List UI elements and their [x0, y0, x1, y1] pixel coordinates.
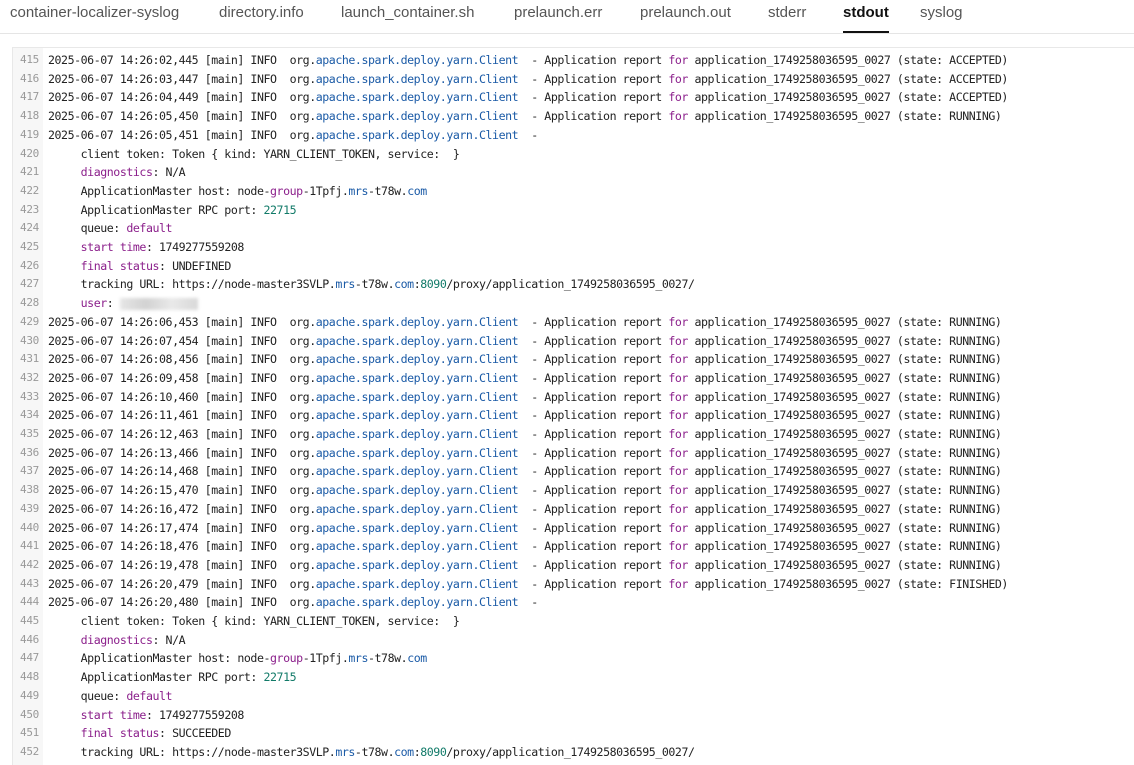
line-number: 436: [20, 445, 39, 459]
log-text: ApplicationMaster RPC port: 22715: [48, 202, 297, 217]
log-text: user:: [48, 294, 198, 313]
line-number: 445: [20, 614, 39, 627]
line-number: 448: [20, 670, 39, 684]
log-text: final status: UNDEFINED: [80, 258, 232, 273]
log-text: 2025-06-07 14:26:12,463 [main] INFO org.…: [48, 427, 1002, 441]
log-text: start time: 1749277559208: [80, 240, 245, 254]
log-text: ApplicationMaster host: node-group-1Tpfj…: [48, 183, 428, 198]
log-text: 2025-06-07 14:26:13,466 [main] INFO org.…: [48, 445, 1002, 460]
line-number: 425: [20, 240, 39, 253]
log-text: ApplicationMaster RPC port: 22715: [48, 670, 297, 685]
line-number: 446: [20, 632, 39, 646]
log-text: 2025-06-07 14:26:10,460 [main] INFO org.…: [48, 389, 1002, 404]
log-text: queue: default: [48, 688, 173, 703]
line-number: 447: [20, 651, 39, 665]
log-text: 2025-06-07 14:26:05,451 [main] INFO org.…: [48, 127, 538, 142]
log-text: 2025-06-07 14:26:03,447 [main] INFO org.…: [48, 71, 1008, 86]
line-number: 434: [20, 408, 39, 422]
tab-prelaunch-out[interactable]: prelaunch.out: [640, 4, 731, 21]
line-number: 416: [20, 71, 39, 85]
line-number: 430: [20, 333, 39, 347]
line-number: 421: [20, 165, 39, 179]
line-number: 424: [20, 221, 39, 235]
log-text: tracking URL: https://node-master3SVLP.m…: [48, 277, 695, 292]
line-number: 452: [20, 744, 39, 758]
line-number: 423: [20, 202, 39, 216]
tab-container-localizer-syslog[interactable]: container-localizer-syslog: [10, 4, 179, 21]
line-number: 451: [20, 726, 39, 740]
tab-directory-info[interactable]: directory.info: [219, 4, 304, 21]
line-number: 435: [20, 427, 39, 440]
log-text: diagnostics: N/A: [80, 165, 186, 180]
log-text: 2025-06-07 14:26:18,476 [main] INFO org.…: [48, 539, 1002, 554]
line-number: 420: [20, 146, 39, 160]
line-number: 440: [20, 520, 39, 534]
log-text: 2025-06-07 14:26:16,472 [main] INFO org.…: [48, 501, 1002, 516]
redacted-user: [119, 297, 198, 310]
tab-stderr[interactable]: stderr: [768, 4, 806, 21]
tab-stdout[interactable]: stdout: [843, 4, 889, 33]
log-text: tracking URL: https://node-master3SVLP.m…: [48, 744, 695, 759]
line-number: 450: [20, 707, 39, 721]
line-number: 439: [20, 501, 39, 515]
line-number: 437: [20, 464, 39, 478]
line-number: 443: [20, 576, 39, 590]
log-text: diagnostics: N/A: [80, 632, 186, 647]
log-text: queue: default: [48, 221, 173, 236]
line-number: 429: [20, 314, 39, 328]
log-text: 2025-06-07 14:26:11,461 [main] INFO org.…: [48, 408, 1002, 423]
log-text: client token: Token { kind: YARN_CLIENT_…: [48, 146, 460, 161]
log-text: start time: 1749277559208: [80, 707, 245, 722]
line-number: 417: [20, 90, 39, 104]
log-text: 2025-06-07 14:26:15,470 [main] INFO org.…: [48, 483, 1002, 498]
log-text: 2025-06-07 14:26:17,474 [main] INFO org.…: [48, 520, 1002, 535]
log-file-tabs: container-localizer-syslog directory.inf…: [0, 0, 1134, 34]
line-number: 433: [20, 389, 39, 403]
log-text: 2025-06-07 14:26:08,456 [main] INFO org.…: [48, 352, 1002, 367]
line-number: 431: [20, 352, 39, 366]
line-number: 419: [20, 127, 39, 141]
line-number: 418: [20, 109, 39, 123]
tab-launch-container[interactable]: launch_container.sh: [341, 4, 474, 21]
line-number: 438: [20, 483, 39, 497]
line-number: 432: [20, 370, 39, 384]
log-text: client token: Token { kind: YARN_CLIENT_…: [48, 614, 460, 628]
log-viewer[interactable]: 415 2025-06-07 14:26:02,445 [main] INFO o…: [12, 47, 1134, 765]
log-text: 2025-06-07 14:26:20,479 [main] INFO org.…: [48, 576, 1008, 591]
log-text: ApplicationMaster host: node-group-1Tpfj…: [48, 651, 428, 666]
log-text: 2025-06-07 14:26:14,468 [main] INFO org.…: [48, 464, 1002, 479]
log-text: 2025-06-07 14:26:05,450 [main] INFO org.…: [48, 109, 1002, 124]
log-text: 2025-06-07 14:26:02,445 [main] INFO org.…: [48, 53, 1008, 67]
log-text: 2025-06-07 14:26:09,458 [main] INFO org.…: [48, 370, 1002, 385]
log-text: 2025-06-07 14:26:07,454 [main] INFO org.…: [48, 333, 1002, 348]
log-text: 2025-06-07 14:26:06,453 [main] INFO org.…: [48, 314, 1002, 329]
line-number: 442: [20, 557, 39, 571]
line-number: 449: [20, 688, 39, 702]
line-number: 427: [20, 277, 39, 291]
line-number: 428: [20, 296, 39, 310]
line-number: 415: [20, 53, 39, 66]
tab-prelaunch-err[interactable]: prelaunch.err: [514, 4, 602, 21]
line-number: 422: [20, 183, 39, 197]
log-text: final status: SUCCEEDED: [80, 726, 232, 741]
line-number: 426: [20, 258, 39, 272]
log-text: 2025-06-07 14:26:20,480 [main] INFO org.…: [48, 595, 538, 610]
log-text: 2025-06-07 14:26:04,449 [main] INFO org.…: [48, 90, 1008, 105]
line-number: 441: [20, 539, 39, 553]
line-number: 444: [20, 595, 39, 609]
log-text: 2025-06-07 14:26:19,478 [main] INFO org.…: [48, 557, 1002, 572]
tab-syslog[interactable]: syslog: [920, 4, 963, 21]
